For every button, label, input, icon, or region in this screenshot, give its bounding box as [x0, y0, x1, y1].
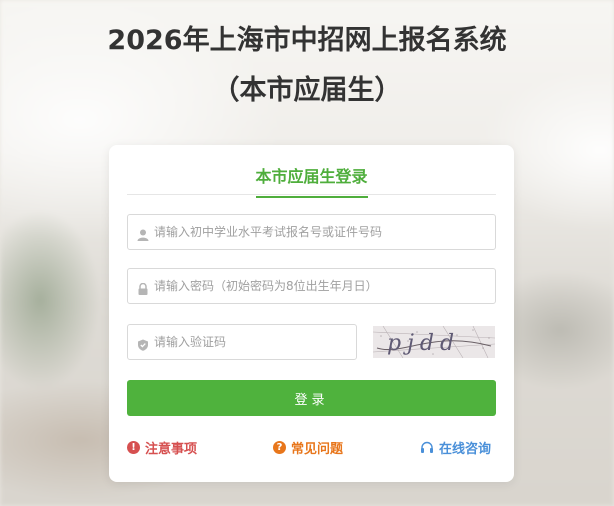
consult-link-label: 在线咨询	[439, 442, 492, 457]
captcha-image[interactable]: pjdd	[373, 326, 495, 358]
shield-icon	[137, 336, 149, 351]
password-input[interactable]	[154, 269, 489, 303]
id-number-input[interactable]	[154, 215, 489, 249]
captcha-input[interactable]	[154, 325, 350, 359]
faq-link[interactable]: ? 常见问题	[273, 438, 343, 457]
password-field[interactable]	[127, 268, 496, 304]
user-icon	[137, 226, 149, 241]
headset-icon	[420, 441, 434, 454]
id-field[interactable]	[127, 214, 496, 250]
page-subtitle: （本市应届生）	[212, 75, 402, 106]
page-title: 2026年上海市中招网上报名系统	[107, 25, 507, 56]
captcha-text: pjdd	[387, 331, 460, 356]
login-button[interactable]: 登录	[127, 380, 496, 416]
login-tabbar: 本市应届生登录	[127, 145, 496, 198]
login-card: 本市应届生登录 请输入初中学业水平考试报名号或证件号码 请输入验证码 pjdd …	[109, 145, 514, 482]
lock-icon	[137, 280, 149, 295]
consult-link[interactable]: 在线咨询	[420, 438, 491, 457]
tab-local-graduate-login[interactable]: 本市应届生登录	[255, 163, 368, 198]
captcha-field[interactable]	[127, 324, 357, 360]
faq-link-label: 常见问题	[291, 442, 344, 457]
question-circle-icon: ?	[273, 441, 286, 454]
notice-link[interactable]: ! 注意事项	[127, 438, 197, 457]
exclamation-circle-icon: !	[127, 441, 140, 454]
notice-link-label: 注意事项	[145, 442, 198, 457]
